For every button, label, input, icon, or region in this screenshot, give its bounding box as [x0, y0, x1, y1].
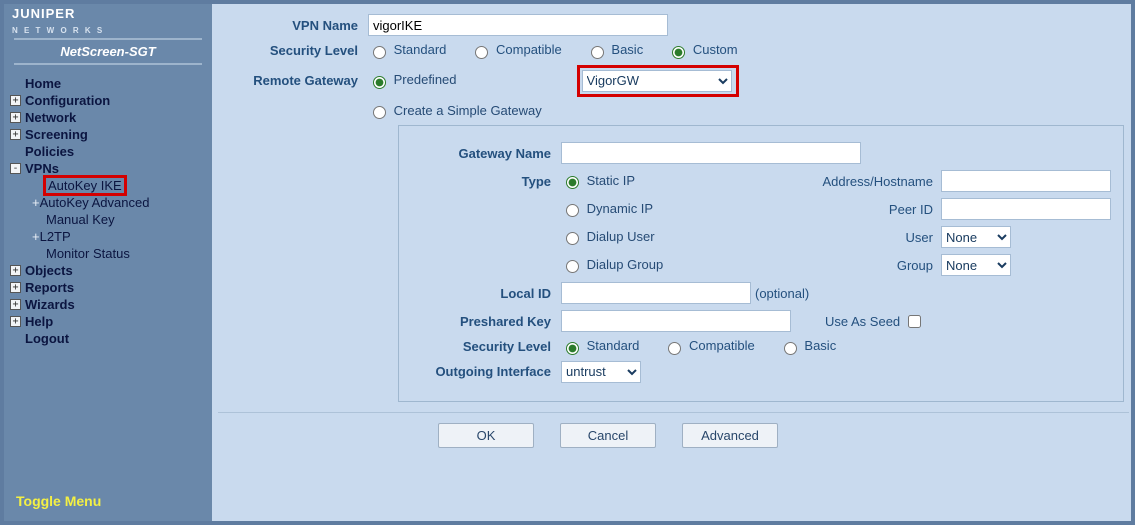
nav-home-label: Home	[25, 76, 61, 91]
localid-input[interactable]	[561, 282, 751, 304]
nav-network-label: Network	[25, 110, 76, 125]
nav-l2tp-label: L2TP	[40, 229, 71, 244]
nav-logout-label: Logout	[25, 331, 69, 346]
rg-predefined-highlight: VigorGW	[577, 65, 739, 97]
expand-icon[interactable]: +	[10, 112, 21, 123]
group-label: Group	[781, 258, 941, 273]
simple-gateway-fieldset: Gateway Name Type Static IP Address/Host…	[398, 125, 1124, 402]
nav-reports-label: Reports	[25, 280, 74, 295]
localid-label: Local ID	[411, 286, 561, 301]
button-bar: OK Cancel Advanced	[438, 423, 1129, 448]
nav-vpns[interactable]: -VPNs	[10, 160, 212, 177]
sg-seclevel-compatible[interactable]: Compatible	[663, 338, 754, 355]
nav-l2tp[interactable]: +L2TP	[32, 228, 212, 245]
psk-label: Preshared Key	[411, 314, 561, 329]
nav-reports[interactable]: + Reports	[10, 279, 212, 296]
type-dynamic-ip[interactable]: Dynamic IP	[561, 201, 653, 216]
addr-label: Address/Hostname	[781, 174, 941, 189]
ok-button[interactable]: OK	[438, 423, 534, 448]
cancel-button[interactable]: Cancel	[560, 423, 656, 448]
sg-seclevel-label: Security Level	[411, 339, 561, 354]
security-level-label: Security Level	[218, 43, 368, 58]
user-label: User	[781, 230, 941, 245]
nav-home[interactable]: Home	[10, 75, 212, 92]
nav-help-label: Help	[25, 314, 53, 329]
vpn-name-label: VPN Name	[218, 18, 368, 33]
nav-policies[interactable]: Policies	[10, 143, 212, 160]
seed-label: Use As Seed	[821, 314, 900, 329]
localid-note: (optional)	[751, 286, 809, 301]
nav-wizards[interactable]: + Wizards	[10, 296, 212, 313]
expand-icon[interactable]: +	[32, 195, 40, 210]
vendor-logo: JUNIPER N E T W O R K S	[4, 4, 212, 34]
gateway-name-input[interactable]	[561, 142, 861, 164]
logo-subtext: N E T W O R K S	[12, 26, 104, 35]
type-dialup-group[interactable]: Dialup Group	[561, 257, 663, 272]
expand-icon[interactable]: +	[10, 316, 21, 327]
nav-autokey-adv-label: AutoKey Advanced	[40, 195, 150, 210]
user-select[interactable]: None	[941, 226, 1011, 248]
nav-autokey-ike-label: AutoKey IKE	[46, 178, 124, 193]
nav-policies-label: Policies	[25, 144, 74, 159]
peerid-input[interactable]	[941, 198, 1111, 220]
group-select[interactable]: None	[941, 254, 1011, 276]
nav-objects[interactable]: + Objects	[10, 262, 212, 279]
advanced-button[interactable]: Advanced	[682, 423, 778, 448]
remote-gateway-label: Remote Gateway	[218, 73, 368, 88]
type-dialup-user[interactable]: Dialup User	[561, 229, 655, 244]
out-if-label: Outgoing Interface	[411, 364, 561, 379]
addr-input[interactable]	[941, 170, 1111, 192]
expand-icon[interactable]: +	[10, 282, 21, 293]
seclevel-basic[interactable]: Basic	[586, 42, 643, 59]
rg-create-simple[interactable]: Create a Simple Gateway	[368, 103, 542, 120]
nav-wizards-label: Wizards	[25, 297, 75, 312]
nav-network[interactable]: + Network	[10, 109, 212, 126]
nav-help[interactable]: + Help	[10, 313, 212, 330]
main-panel: VPN Name Security Level Standard Compati…	[212, 4, 1131, 521]
toggle-menu[interactable]: Toggle Menu	[16, 493, 101, 509]
collapse-icon[interactable]: -	[10, 163, 21, 174]
sg-seclevel-basic[interactable]: Basic	[779, 338, 836, 355]
gateway-name-label: Gateway Name	[411, 146, 561, 161]
seclevel-compatible[interactable]: Compatible	[470, 42, 561, 59]
nav-manual-key[interactable]: Manual Key	[32, 211, 212, 228]
psk-input[interactable]	[561, 310, 791, 332]
nav-tree: Home +Configuration +Network +Screening …	[4, 75, 212, 347]
out-if-select[interactable]: untrust	[561, 361, 641, 383]
type-label: Type	[411, 174, 561, 189]
nav-screening-label: Screening	[25, 127, 88, 142]
type-static-ip[interactable]: Static IP	[561, 173, 635, 188]
rg-predefined-select[interactable]: VigorGW	[582, 70, 732, 92]
seed-checkbox[interactable]	[908, 315, 921, 328]
peerid-label: Peer ID	[781, 202, 941, 217]
nav-vpns-children: AutoKey IKE +AutoKey Advanced Manual Key…	[10, 177, 212, 262]
expand-icon[interactable]: +	[10, 95, 21, 106]
nav-autokey-ike[interactable]: AutoKey IKE	[32, 177, 212, 194]
expand-icon[interactable]: +	[10, 265, 21, 276]
nav-configuration-label: Configuration	[25, 93, 110, 108]
rg-predefined[interactable]: Predefined	[368, 72, 457, 89]
expand-icon[interactable]: +	[10, 129, 21, 140]
separator	[218, 412, 1129, 413]
nav-autokey-advanced[interactable]: +AutoKey Advanced	[32, 194, 212, 211]
nav-monitor-status-label: Monitor Status	[46, 246, 130, 261]
expand-icon[interactable]: +	[10, 299, 21, 310]
nav-screening[interactable]: + Screening	[10, 126, 212, 143]
nav-logout[interactable]: Logout	[10, 330, 212, 347]
nav-configuration[interactable]: + Configuration	[10, 92, 212, 109]
nav-objects-label: Objects	[25, 263, 73, 278]
sg-seclevel-standard[interactable]: Standard	[561, 338, 639, 355]
sidebar: JUNIPER N E T W O R K S NetScreen-SGT Ho…	[4, 4, 212, 521]
logo-text: JUNIPER	[12, 6, 75, 21]
vpn-name-input[interactable]	[368, 14, 668, 36]
app-root: JUNIPER N E T W O R K S NetScreen-SGT Ho…	[0, 0, 1135, 525]
nav-vpns-label: VPNs	[25, 161, 59, 176]
nav-manual-key-label: Manual Key	[46, 212, 115, 227]
device-name: NetScreen-SGT	[14, 38, 202, 65]
nav-monitor-status[interactable]: Monitor Status	[32, 245, 212, 262]
seclevel-standard[interactable]: Standard	[368, 42, 446, 59]
seclevel-custom[interactable]: Custom	[667, 42, 737, 59]
expand-icon[interactable]: +	[32, 229, 40, 244]
